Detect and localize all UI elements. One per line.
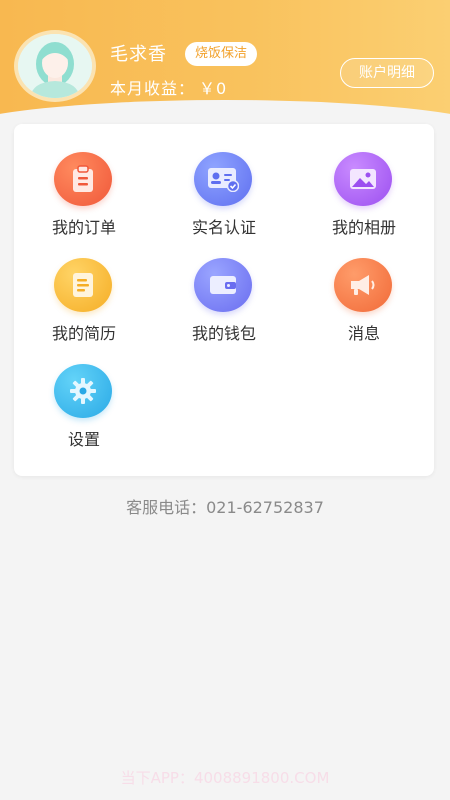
income-value: ￥0 [199,79,228,98]
wallet-icon [194,258,252,312]
service-phone-label: 客服电话： [126,498,207,517]
service-phone-number: 021-62752837 [206,498,324,517]
menu-label: 我的钱包 [191,324,256,343]
watermark-text: 当下APP：4008891800.COM [120,769,330,787]
photo-album-icon [334,152,392,206]
account-details-button[interactable]: 账户明细 [340,58,434,88]
order-clipboard-icon [54,152,112,206]
menu-item-settings[interactable]: 设置 [14,336,154,449]
female-avatar-icon [18,34,92,98]
menu-card: 我的订单 实名认证 我的相册 我的简历 我的钱包 消息 设置 [14,124,434,476]
menu-item-messages[interactable]: 消息 [294,230,434,343]
monthly-income: 本月收益： ￥0 [110,75,227,99]
user-name: 毛求香 [110,44,167,65]
gear-icon [54,364,112,418]
menu-item-resume[interactable]: 我的简历 [14,230,154,343]
income-label: 本月收益： [110,79,196,98]
megaphone-icon [334,258,392,312]
resume-document-icon [54,258,112,312]
customer-service-phone[interactable]: 客服电话：021-62752837 [0,494,450,518]
menu-item-verification[interactable]: 实名认证 [154,124,294,237]
avatar[interactable] [14,30,96,102]
menu-item-orders[interactable]: 我的订单 [14,124,154,237]
id-card-icon [194,152,252,206]
service-type-badge: 烧饭保洁 [185,42,258,66]
my-account-page: 毛求香 烧饭保洁 本月收益： ￥0 账户明细 我的订单 实名认证 我的相册 我的… [0,0,450,800]
menu-item-album[interactable]: 我的相册 [294,124,434,237]
menu-label: 设置 [67,430,100,449]
menu-label: 消息 [347,324,380,343]
menu-item-wallet[interactable]: 我的钱包 [154,230,294,343]
